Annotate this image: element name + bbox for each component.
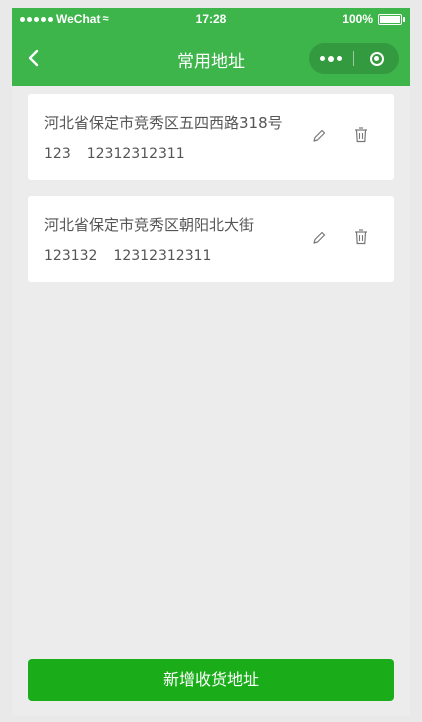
contact-phone: 12312312311: [86, 146, 185, 162]
trash-icon[interactable]: [353, 126, 369, 144]
contact-line: 123132 12312312311: [44, 248, 211, 264]
edit-pencil-icon[interactable]: [310, 127, 328, 145]
edit-pencil-icon[interactable]: [310, 229, 328, 247]
contact-name: 123132: [44, 248, 98, 264]
close-mini-program-icon[interactable]: [354, 43, 399, 74]
address-text: 河北省保定市竞秀区朝阳北大街: [44, 216, 255, 234]
status-bar: WeChat ≈ 17:28 100%: [12, 8, 410, 30]
battery-info: 100%: [342, 12, 405, 26]
nav-bar: 常用地址: [12, 30, 410, 86]
add-address-button[interactable]: 新增收货地址: [28, 659, 394, 701]
contact-phone: 12312312311: [113, 248, 212, 264]
battery-icon: [378, 13, 405, 25]
address-text: 河北省保定市竞秀区五四西路318号: [44, 114, 283, 132]
address-card[interactable]: 河北省保定市竞秀区朝阳北大街 123132 12312312311: [28, 196, 394, 282]
more-menu-icon[interactable]: [309, 43, 353, 74]
contact-line: 123 12312312311: [44, 146, 185, 162]
contact-name: 123: [44, 146, 71, 162]
phone-frame: WeChat ≈ 17:28 100% 常用地址 河北省保定市竞秀区五四西路31…: [12, 8, 410, 716]
trash-icon[interactable]: [353, 228, 369, 246]
address-card[interactable]: 河北省保定市竞秀区五四西路318号 123 12312312311: [28, 94, 394, 180]
battery-percent: 100%: [342, 12, 373, 26]
mini-program-capsule: [309, 43, 399, 74]
